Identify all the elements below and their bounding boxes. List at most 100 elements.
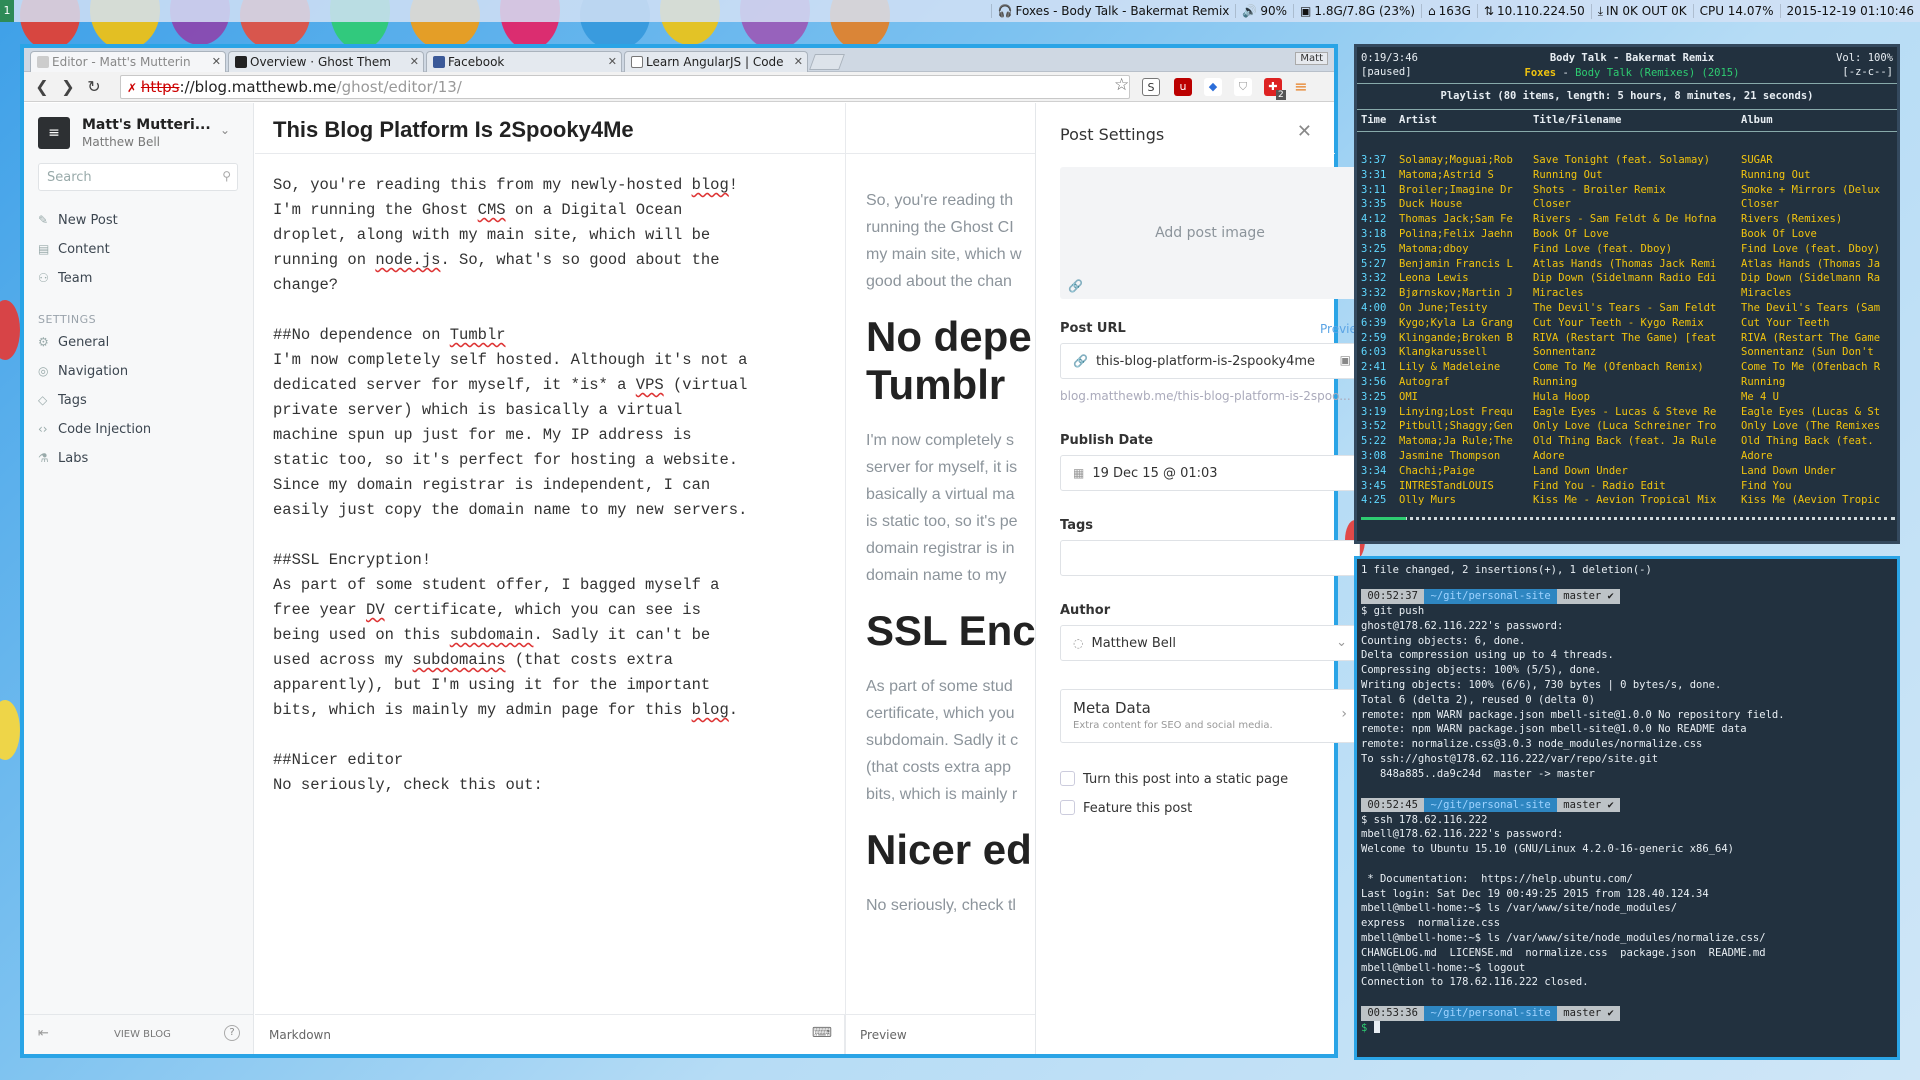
playlist-row[interactable]: 3:18 Polina;Felix Jaehn Book Of Love Book O… — [1357, 227, 1897, 242]
back-button[interactable]: ❮ — [32, 77, 52, 96]
tags-field[interactable] — [1060, 540, 1360, 576]
playlist-cell: The Devil's Tears - Sam Feldt — [1533, 301, 1717, 314]
markdown-line: free year DV certificate, which you can … — [273, 598, 833, 623]
author-select[interactable]: ◌ Matthew Bell ⌄ — [1060, 625, 1360, 661]
static-page-checkbox[interactable]: Turn this post into a static page — [1060, 771, 1288, 787]
collapse-sidebar-icon[interactable]: ⇤ — [38, 1026, 49, 1041]
tab-facebook[interactable]: Facebook ✕ — [426, 51, 622, 72]
playlist-row[interactable]: 3:32 Leona Lewis Dip Down (Sidelmann Radio… — [1357, 271, 1897, 286]
view-blog-link[interactable]: VIEW BLOG — [114, 1029, 171, 1040]
playlist-row[interactable]: 5:27 Benjamin Francis L Atlas Hands (Thoma… — [1357, 257, 1897, 272]
tab-codecademy[interactable]: Learn AngularJS | Code ✕ — [624, 51, 808, 72]
nav-labs[interactable]: ⚗ Labs — [38, 451, 88, 466]
playlist-row[interactable]: 3:08 Jasmine Thompson Adore Adore — [1357, 449, 1897, 464]
url-path: /ghost/editor/13/ — [336, 78, 462, 96]
playlist-row[interactable]: 3:35 Duck House Closer Closer — [1357, 197, 1897, 212]
search-input[interactable]: Search ⚲ — [38, 163, 238, 191]
nav-team[interactable]: ⚇ Team — [38, 271, 92, 286]
feature-post-checkbox[interactable]: Feature this post — [1060, 800, 1192, 816]
playlist-row[interactable]: 4:00 On June;Tesity The Devil's Tears - Sa… — [1357, 301, 1897, 316]
url-scheme: https — [140, 78, 180, 96]
playlist-row[interactable]: 3:31 Matoma;Astrid S Running Out Running Ou… — [1357, 168, 1897, 183]
playlist-row[interactable]: 3:32 Bjørnskov;Martin J Miracles Miracles — [1357, 286, 1897, 301]
playlist-row[interactable]: 3:34 Chachi;Paige Land Down Under Land Down… — [1357, 464, 1897, 479]
playlist-cell: Rivers (Remixes) — [1741, 213, 1843, 226]
playlist-row[interactable]: 3:56 Autograf Running Running — [1357, 375, 1897, 390]
progress-track[interactable] — [1361, 517, 1895, 520]
text-run: easily just copy the domain name to my n… — [273, 501, 748, 519]
playlist-cell: Book Of Love — [1741, 227, 1817, 240]
text-run: . Sadly it can't be — [533, 626, 711, 644]
now-playing[interactable]: 🎧 Foxes - Body Talk - Bakermat Remix — [990, 4, 1236, 18]
keyboard-icon[interactable]: ⌨ — [812, 1025, 832, 1041]
close-tab-icon[interactable]: ✕ — [608, 55, 617, 68]
markdown-textarea[interactable]: So, you're reading this from my newly-ho… — [273, 173, 833, 798]
close-tab-icon[interactable]: ✕ — [794, 55, 803, 68]
close-icon[interactable]: ✕ — [1297, 121, 1312, 142]
meta-data-button[interactable]: Meta Data Extra content for SEO and soci… — [1060, 689, 1360, 743]
playlist[interactable]: 3:37 Solamay;Moguai;Rob Save Tonight (feat… — [1357, 153, 1897, 508]
nav-code-injection[interactable]: ‹› Code Injection — [38, 422, 151, 437]
copy-icon[interactable]: ▣ — [1340, 353, 1351, 367]
menu-icon[interactable]: ≡ — [1292, 78, 1310, 96]
nav-navigation[interactable]: ◎ Navigation — [38, 364, 128, 379]
post-image-upload[interactable]: Add post image 🔗 — [1060, 167, 1360, 299]
playlist-row[interactable]: 2:41 Lily & Madeleine Come To Me (Ofenbach… — [1357, 360, 1897, 375]
playlist-cell: Old Thing Back (feat. Ja Rule — [1533, 435, 1717, 448]
speaker-icon: 🔊 — [1242, 4, 1258, 18]
text-run: on a Digital Ocean — [505, 201, 683, 219]
post-url-field[interactable]: 🔗 this-blog-platform-is-2spooky4me ▣ — [1060, 343, 1360, 379]
tab-ghost-themes[interactable]: Overview · Ghost Them ✕ — [228, 51, 424, 72]
markdown-editor[interactable]: This Blog Platform Is 2Spooky4Me So, you… — [255, 103, 845, 1054]
playlist-row[interactable]: 6:39 Kygo;Kyla La Grang Cut Your Teeth - K… — [1357, 316, 1897, 331]
reload-button[interactable]: ↻ — [84, 77, 104, 96]
markdown-line: change? — [273, 273, 833, 298]
playlist-row[interactable]: 3:52 Pitbull;Shaggy;Gen Only Love (Luca Sc… — [1357, 419, 1897, 434]
playlist-cell: 3:37 — [1361, 154, 1387, 166]
address-bar[interactable]: ✗ https://blog.matthewb.me/ghost/editor/… — [120, 75, 1130, 99]
clock[interactable]: 2015-12-19 01:10:46 — [1779, 4, 1920, 18]
playlist-row[interactable]: 3:19 Linying;Lost Frequ Eagle Eyes - Lucas… — [1357, 405, 1897, 420]
playlist-cell: Find You — [1741, 479, 1792, 492]
bookmark-star-icon[interactable]: ☆ — [1114, 75, 1129, 95]
diamond-extension-icon[interactable]: ◆ — [1204, 78, 1222, 96]
playlist-row[interactable]: 3:11 Broiler;Imagine Dr Shots - Broiler Re… — [1357, 183, 1897, 198]
nav-content[interactable]: ▤ Content — [38, 242, 110, 257]
playlist-row[interactable]: 4:25 Olly Murs Kiss Me - Aevion Tropical M… — [1357, 493, 1897, 508]
tab-ghost-editor[interactable]: Editor - Matt's Mutterin ✕ — [30, 51, 226, 72]
close-tab-icon[interactable]: ✕ — [212, 55, 221, 68]
volume[interactable]: 🔊 90% — [1235, 4, 1293, 18]
profile-button[interactable]: Matt — [1295, 52, 1328, 65]
playlist-row[interactable]: 4:12 Thomas Jack;Sam Fe Rivers - Sam Feldt… — [1357, 212, 1897, 227]
help-button[interactable]: ? — [224, 1025, 240, 1041]
playlist-row[interactable]: 3:45 INTRESTandLOUIS Find You - Radio Edit… — [1357, 479, 1897, 494]
playlist-row[interactable]: 3:25 Matoma;dboy Find Love (feat. Dboy) Fin… — [1357, 242, 1897, 257]
new-tab-button[interactable] — [809, 54, 845, 70]
text-run: being used on this — [273, 626, 450, 644]
playlist-row[interactable]: 2:59 Klingande;Broken B RIVA (Restart The … — [1357, 331, 1897, 346]
forward-button[interactable]: ❯ — [58, 77, 78, 96]
playlist-row[interactable]: 5:22 Matoma;Ja Rule;The Old Thing Back (fe… — [1357, 434, 1897, 449]
nav-new-post[interactable]: ✎ New Post — [38, 213, 118, 228]
playlist-row[interactable]: 3:37 Solamay;Moguai;Rob Save Tonight (feat… — [1357, 153, 1897, 168]
blog-menu[interactable]: ≡ Matt's Mutteri... Matthew Bell ⌄ — [38, 117, 238, 157]
nav-general[interactable]: ⚙ General — [38, 335, 109, 350]
s-extension-icon[interactable]: S — [1142, 78, 1160, 96]
link-icon[interactable]: 🔗 — [1068, 279, 1083, 293]
close-tab-icon[interactable]: ✕ — [410, 55, 419, 68]
shield-extension-icon[interactable]: ⛉ — [1234, 78, 1252, 96]
publish-date-field[interactable]: ▦ 19 Dec 15 @ 01:03 — [1060, 455, 1360, 491]
music-player-terminal[interactable]: 0:19/3:46 [paused] Body Talk - Bakermat … — [1354, 44, 1900, 544]
playlist-row[interactable]: 3:25 OMI Hula Hoop Me 4 U — [1357, 390, 1897, 405]
nav-tags[interactable]: ◇ Tags — [38, 393, 87, 408]
text-run: No seriously, check this out: — [273, 776, 543, 794]
tags-label: Tags — [1060, 518, 1094, 533]
git-terminal[interactable]: 1 file changed, 2 insertions(+), 1 delet… — [1354, 556, 1900, 1060]
ublock-icon[interactable]: u — [1174, 78, 1192, 96]
pencil-icon: ✎ — [38, 213, 49, 227]
post-title-input[interactable]: This Blog Platform Is 2Spooky4Me — [273, 117, 634, 143]
playlist-row[interactable]: 6:03 Klangkarussell Sonnentanz Sonnentanz (… — [1357, 345, 1897, 360]
preview-footer: Preview — [846, 1014, 1035, 1054]
workspace-indicator[interactable]: 1 — [0, 0, 14, 22]
text-run: Since my domain registrar is independent… — [273, 476, 711, 494]
